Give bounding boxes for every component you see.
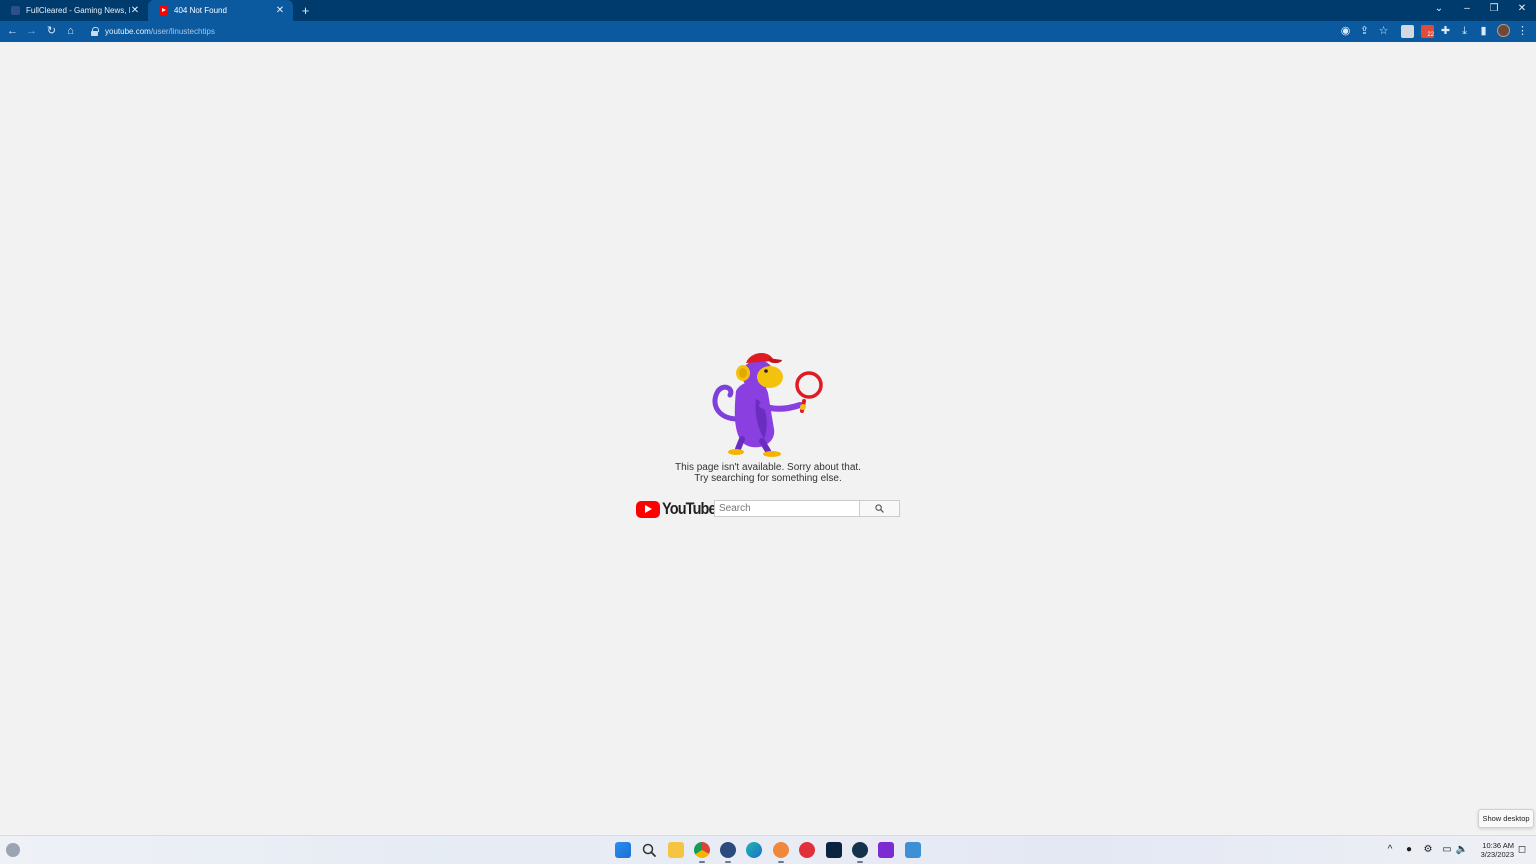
tab-close-icon[interactable]: ✕ [130,5,140,16]
home-icon[interactable]: ⌂ [62,23,79,40]
windows-taskbar: ^ ● ⚙ ▭ 🔈 10:36 AM 3/23/2023 ◻ [0,835,1536,864]
url-text: youtube.com/user/linustechtips [105,27,215,36]
search-input[interactable] [714,500,860,517]
tab-404-not-found[interactable]: 404 Not Found ✕ [148,0,293,21]
youtube-wordmark: YouTube [662,499,717,518]
monkey-illustration [712,352,823,457]
steam-tray-icon[interactable]: ● [1402,843,1416,857]
file-explorer-icon[interactable] [668,842,684,858]
firefox-icon[interactable] [773,842,789,863]
profile-avatar[interactable] [1497,24,1510,37]
network-icon[interactable]: ▭ [1440,843,1454,857]
notification-icon[interactable]: ◻ [1515,843,1529,857]
tab-strip: FullCleared - Gaming News, Features ✕ 40… [0,0,1536,21]
url-path: /user/linustechtips [150,27,215,36]
tab-fullcleared[interactable]: FullCleared - Gaming News, Features ✕ [0,0,148,21]
search-taskbar-icon[interactable] [641,842,657,858]
error-message-line2: Try searching for something else. [694,473,842,484]
fullcleared-favicon-icon [11,6,20,15]
edge-icon[interactable] [746,842,762,858]
reload-icon[interactable]: ↻ [43,23,60,40]
github-desktop-icon[interactable] [720,842,736,863]
extension-badge-count: 22 [1427,32,1434,38]
menu-kebab-icon[interactable]: ⋮ [1514,23,1531,40]
download-icon[interactable]: ⤓ [1456,23,1473,40]
visual-studio-icon[interactable] [878,842,894,858]
error-message: This page isn't available. Sorry about t… [568,462,968,484]
lock-icon[interactable] [90,27,99,36]
steam-icon[interactable] [852,842,868,863]
side-panel-icon[interactable]: ▮ [1475,23,1492,40]
search-button[interactable] [860,500,900,517]
minimize-button[interactable]: – [1453,0,1481,18]
tab-close-icon[interactable]: ✕ [275,5,285,16]
show-hidden-icons-chevron-icon[interactable]: ^ [1383,843,1397,857]
forward-arrow-icon[interactable]: → [23,23,40,40]
address-bar[interactable]: youtube.com/user/linustechtips [84,23,1358,40]
taskbar-clock[interactable]: 10:36 AM 3/23/2023 [1472,841,1514,859]
tab-title: 404 Not Found [174,6,227,15]
volume-icon[interactable]: 🔈 [1455,843,1469,857]
error-message-line1: This page isn't available. Sorry about t… [675,462,861,473]
ea-app-icon[interactable] [799,842,815,858]
tab-title: FullCleared - Gaming News, Features [26,6,130,15]
clock-date: 3/23/2023 [1480,850,1514,859]
youtube-favicon-icon [159,6,168,15]
show-desktop-tooltip: Show desktop [1478,809,1534,828]
extension-icon[interactable] [1401,25,1414,38]
youtube-play-icon [636,500,660,518]
url-host: youtube.com [105,27,151,36]
tray-app-icon[interactable]: ⚙ [1421,843,1435,857]
windows-start-icon[interactable] [615,842,631,858]
share-icon[interactable]: ⇪ [1356,23,1373,40]
browser-toolbar: ← → ↻ ⌂ youtube.com/user/linustechtips ◉… [0,21,1536,42]
chrome-icon[interactable] [694,842,710,863]
bookmark-star-icon[interactable]: ☆ [1375,23,1392,40]
restore-button[interactable]: ❐ [1480,0,1508,18]
google-lens-icon[interactable]: ◉ [1337,23,1354,40]
tab-search-icon[interactable]: ⌄ [1425,0,1453,18]
back-arrow-icon[interactable]: ← [4,23,21,40]
clock-time: 10:36 AM [1482,841,1514,850]
photoshop-icon[interactable] [826,842,842,858]
new-tab-button[interactable]: + [298,3,313,18]
app-window-icon[interactable] [905,842,921,858]
extension-badge-icon[interactable]: 22 [1421,25,1434,38]
youtube-logo[interactable]: YouTube [636,499,725,519]
search-icon [875,504,884,513]
extensions-puzzle-icon[interactable]: ✚ [1437,23,1454,40]
weather-widget-icon[interactable] [6,843,20,857]
close-window-button[interactable]: ✕ [1508,0,1536,18]
